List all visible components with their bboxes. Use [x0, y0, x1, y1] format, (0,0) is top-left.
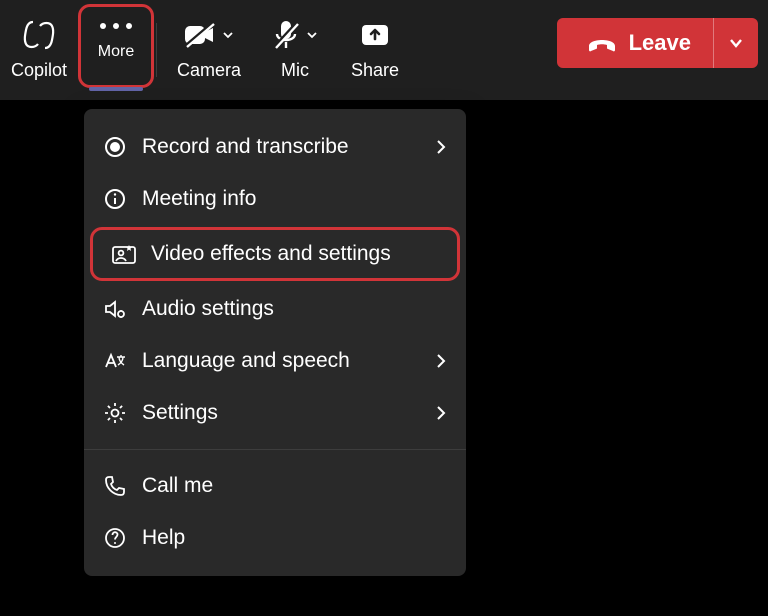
toolbar-divider — [156, 23, 157, 77]
video-effects-icon — [109, 243, 139, 265]
share-icon — [359, 18, 391, 52]
more-active-underline — [89, 87, 143, 91]
chevron-right-icon — [434, 138, 448, 156]
menu-item-record-transcribe[interactable]: Record and transcribe — [84, 121, 466, 173]
mic-off-icon — [271, 19, 301, 51]
more-button[interactable]: More — [78, 4, 154, 88]
menu-item-language-speech[interactable]: Language and speech — [84, 335, 466, 387]
menu-item-label: Audio settings — [142, 297, 274, 321]
speaker-settings-icon — [100, 297, 130, 321]
leave-button[interactable]: Leave — [557, 18, 713, 68]
share-label: Share — [351, 60, 399, 81]
camera-chevron-down-icon[interactable] — [221, 28, 235, 42]
phone-icon — [100, 474, 130, 498]
info-icon — [100, 187, 130, 211]
leave-label: Leave — [629, 30, 691, 56]
record-icon — [100, 135, 130, 159]
hangup-icon — [587, 32, 617, 54]
mic-label: Mic — [281, 60, 309, 81]
leave-button-group: Leave — [557, 18, 758, 68]
copilot-icon — [21, 18, 57, 52]
menu-item-label: Video effects and settings — [151, 242, 391, 266]
menu-separator — [84, 449, 466, 450]
menu-item-label: Meeting info — [142, 187, 256, 211]
more-menu: Record and transcribe Meeting info Video… — [84, 109, 466, 576]
help-icon — [100, 526, 130, 550]
menu-item-call-me[interactable]: Call me — [84, 460, 466, 512]
leave-chevron-button[interactable] — [713, 18, 758, 68]
menu-item-label: Help — [142, 526, 185, 550]
camera-button[interactable]: Camera — [163, 0, 255, 118]
menu-item-label: Record and transcribe — [142, 135, 349, 159]
gear-icon — [100, 401, 130, 425]
mic-chevron-down-icon[interactable] — [305, 28, 319, 42]
copilot-label: Copilot — [11, 60, 67, 81]
camera-off-icon — [183, 21, 217, 49]
share-button[interactable]: Share — [335, 0, 415, 118]
camera-label: Camera — [177, 60, 241, 81]
ellipsis-icon — [100, 23, 132, 29]
copilot-button[interactable]: Copilot — [0, 0, 78, 118]
menu-item-label: Call me — [142, 474, 213, 498]
menu-item-meeting-info[interactable]: Meeting info — [84, 173, 466, 225]
menu-item-help[interactable]: Help — [84, 512, 466, 564]
language-icon — [100, 349, 130, 373]
menu-item-label: Settings — [142, 401, 218, 425]
menu-item-settings[interactable]: Settings — [84, 387, 466, 439]
menu-item-video-effects[interactable]: Video effects and settings — [90, 227, 460, 281]
chevron-right-icon — [434, 404, 448, 422]
menu-item-label: Language and speech — [142, 349, 350, 373]
mic-button[interactable]: Mic — [255, 0, 335, 118]
chevron-right-icon — [434, 352, 448, 370]
more-label: More — [98, 43, 134, 61]
meeting-toolbar: Copilot More Camera — [0, 0, 768, 100]
menu-item-audio-settings[interactable]: Audio settings — [84, 283, 466, 335]
